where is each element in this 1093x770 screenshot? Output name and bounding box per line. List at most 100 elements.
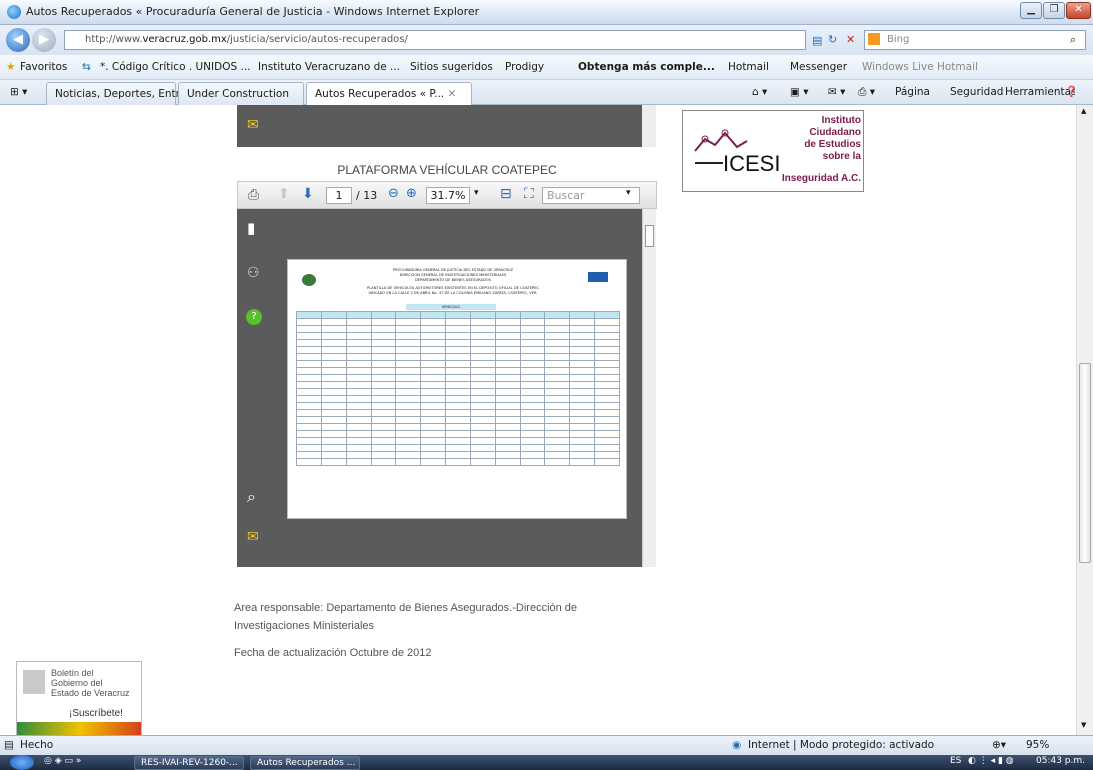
taskbar-item-word[interactable]: RES-IVAI-REV-1260-...	[134, 756, 244, 770]
pdf-toolbar: ⎙ ⬆ ⬇ 1 / 13 ⊖ ⊕ 31.7% ▾ ⊟ ⛶ Buscar ▾	[237, 181, 657, 209]
fit-width-icon[interactable]: ⊟	[500, 186, 512, 202]
zone-text: Internet | Modo protegido: activado	[748, 739, 935, 751]
safety-menu[interactable]: Seguridad	[950, 86, 1003, 98]
icesi-ad[interactable]: ICESI Instituto Ciudadano de Estudios so…	[682, 110, 864, 192]
stop-icon[interactable]: ✕	[846, 33, 855, 46]
search-icon[interactable]: ⌕	[1070, 33, 1076, 47]
status-text: Hecho	[20, 739, 54, 751]
zoom-icon[interactable]: ⊕▾	[992, 739, 1006, 751]
boletin-stripe	[17, 722, 141, 735]
page-count: / 13	[356, 189, 378, 202]
search-input[interactable]: Bing	[864, 30, 1086, 50]
address-bar-row: ◀ ▶ http://www.veracruz.gob.mx/justicia/…	[0, 25, 1093, 55]
zoom-in-icon[interactable]: ⊕	[406, 186, 417, 201]
fecha-actualizacion: Fecha de actualización Octubre de 2012	[234, 647, 432, 659]
print-pdf-icon[interactable]: ⎙	[248, 187, 259, 203]
veracruz-seal-icon	[302, 274, 316, 286]
zoom-out-icon[interactable]: ⊖	[388, 186, 399, 201]
scroll-down-icon[interactable]: ▼	[1081, 721, 1086, 729]
pdf-page: PROCURADURIA GENERAL DE JUSTICIA DEL EST…	[287, 259, 627, 519]
address-input[interactable]: http://www.veracruz.gob.mx/justicia/serv…	[64, 30, 806, 50]
taskbar: ◎ ◈ ▭ » RES-IVAI-REV-1260-... Autos Recu…	[0, 755, 1093, 770]
close-tab-icon[interactable]: ✕	[448, 88, 457, 100]
pdf-header-line: UBICADO EN LA CALLE 2 DE ABRIL No. 37 DE…	[368, 291, 538, 295]
fav-item[interactable]: Hotmail	[728, 61, 769, 73]
url-prefix: http://www.	[85, 34, 143, 45]
tray-icons[interactable]: ◐ ⋮ ◂ ▮ ◍	[968, 756, 1014, 766]
binoculars-icon[interactable]: ⚇	[247, 265, 260, 281]
quick-tabs-icon[interactable]: ⊞ ▾	[10, 86, 27, 98]
tab-label: Under Construction	[187, 88, 289, 100]
chevron-down-icon[interactable]: ▾	[474, 188, 479, 198]
page-content: ✉ ICESI Instituto Ciudadano de Estudios …	[0, 105, 1076, 735]
favorites-button[interactable]: Favoritos	[20, 61, 67, 73]
status-page-icon: ▤	[4, 739, 14, 751]
pdf-scroll-thumb[interactable]	[645, 225, 654, 247]
boletin-line: Estado de Veracruz	[51, 688, 130, 698]
prev-viewer-scroll[interactable]	[642, 105, 656, 147]
print-icon[interactable]: ⎙ ▾	[858, 86, 875, 99]
mail-icon[interactable]: ✉ ▾	[828, 86, 845, 98]
comment-icon[interactable]: ✉	[247, 117, 259, 133]
back-button[interactable]: ◀	[6, 28, 30, 52]
forward-button[interactable]: ▶	[32, 28, 56, 52]
chevron-down-icon[interactable]: ▾	[626, 188, 631, 198]
tab-under-construction[interactable]: Under Construction	[178, 82, 304, 105]
language-indicator[interactable]: ES	[950, 756, 961, 766]
compat-icon[interactable]: ▤	[812, 34, 822, 47]
minimize-button[interactable]: ▁	[1020, 2, 1042, 19]
quick-launch-icon[interactable]: ◎ ◈ ▭ »	[44, 756, 81, 766]
viewer-heading: PLATAFORMA VEHÍCULAR COATEPEC	[337, 163, 557, 177]
area-responsable: Area responsable: Departamento de Bienes…	[234, 602, 578, 632]
pages-panel-icon[interactable]: ▮	[247, 219, 255, 237]
pdf-scrollbar[interactable]	[642, 209, 656, 567]
comment-icon[interactable]: ✉	[247, 529, 259, 545]
icesi-line: Inseguridad A.C.	[781, 173, 861, 184]
help-icon[interactable]: ❓	[1065, 85, 1078, 98]
fav-item[interactable]: Messenger	[790, 61, 847, 73]
pdf-table-band: VEHICULO	[406, 304, 496, 310]
boletin-banner[interactable]: Boletín del Gobierno del Estado de Verac…	[16, 661, 142, 735]
icesi-line: de Estudios	[804, 139, 861, 150]
fav-item[interactable]: Prodigy	[505, 61, 544, 73]
fav-item[interactable]: Instituto Veracruzano de ...	[258, 61, 400, 73]
fullscreen-icon[interactable]: ⛶	[524, 186, 534, 202]
maximize-button[interactable]: ❐	[1043, 2, 1065, 19]
zoom-level[interactable]: 95%	[1026, 739, 1049, 751]
help-pdf-icon[interactable]: ?	[246, 309, 262, 325]
home-icon[interactable]: ⌂ ▾	[752, 86, 767, 98]
taskbar-label: Autos Recuperados ...	[257, 758, 356, 768]
tab-noticias[interactable]: Noticias, Deportes, Entrete...	[46, 82, 207, 105]
fav-item[interactable]: Obtenga más comple...	[578, 61, 715, 73]
scroll-up-icon[interactable]: ▲	[1081, 107, 1086, 115]
start-button[interactable]	[10, 755, 34, 770]
page-scroll-thumb[interactable]	[1079, 363, 1091, 563]
pdf-header: PROCURADURIA GENERAL DE JUSTICIA DEL EST…	[328, 268, 578, 296]
refresh-icon[interactable]: ↻	[828, 33, 837, 46]
boletin-line: Boletín del	[51, 668, 94, 678]
close-button[interactable]: ✕	[1066, 2, 1091, 19]
fav-add-icon[interactable]: ⇆	[82, 61, 91, 73]
attachment-icon[interactable]: ⌕	[247, 487, 256, 507]
taskbar-item-ie[interactable]: Autos Recuperados ...	[250, 756, 360, 770]
next-page-icon[interactable]: ⬇	[302, 186, 314, 202]
fav-item[interactable]: Sitios sugeridos	[410, 61, 493, 73]
ie-logo-icon	[7, 5, 21, 19]
icesi-line: Ciudadano	[809, 127, 861, 138]
page-number-input[interactable]: 1	[326, 187, 352, 204]
title-bar: Autos Recuperados « Procuraduría General…	[0, 0, 1093, 25]
suscribete-link[interactable]: ¡Suscríbete!	[69, 708, 123, 719]
page-menu[interactable]: Página	[895, 86, 930, 98]
feeds-icon[interactable]: ▣ ▾	[790, 86, 809, 98]
page-scrollbar[interactable]: ▲ ▼	[1076, 105, 1093, 735]
window-title: Autos Recuperados « Procuraduría General…	[26, 5, 480, 18]
pdf-table	[296, 311, 620, 491]
taskbar-label: RES-IVAI-REV-1260-...	[141, 758, 238, 768]
tab-autos-recuperados[interactable]: Autos Recuperados « P... ✕	[306, 82, 472, 105]
fav-item[interactable]: Windows Live Hotmail	[862, 61, 978, 73]
zoom-select[interactable]: 31.7%	[426, 187, 470, 204]
search-placeholder: Bing	[887, 34, 910, 45]
fav-item[interactable]: *. Código Crítico . UNIDOS ...	[100, 61, 251, 73]
boletin-text: Boletín del Gobierno del Estado de Verac…	[51, 668, 130, 698]
prev-page-icon[interactable]: ⬆	[278, 186, 290, 202]
